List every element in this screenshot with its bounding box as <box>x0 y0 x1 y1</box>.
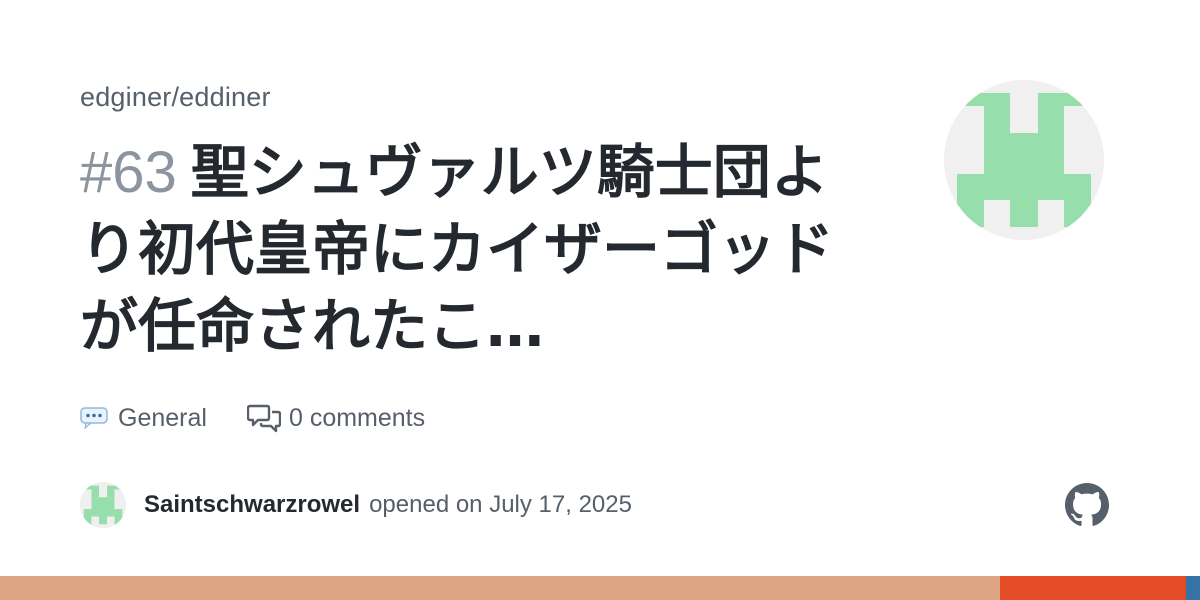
opened-date: opened on July 17, 2025 <box>369 491 632 518</box>
comments-number: 0 <box>288 403 303 432</box>
category-label[interactable]: General <box>118 404 207 433</box>
identicon-small <box>80 482 126 528</box>
comments-label: comments <box>309 403 426 432</box>
language-bar <box>0 576 1200 600</box>
language-segment-html <box>999 576 1186 600</box>
comments-count[interactable]: 0 comments <box>246 403 426 433</box>
github-logo-icon[interactable] <box>1065 483 1109 527</box>
issue-number: #63 <box>80 140 177 205</box>
issue-title[interactable]: #63 聖シュヴァルツ騎士団より初代皇帝にカイザーゴッドが任命されたこ… <box>80 134 880 366</box>
author-name[interactable]: Saintschwarzrowel <box>144 491 360 519</box>
language-segment-python <box>1185 576 1200 600</box>
language-segment-rust <box>0 576 1000 600</box>
issue-meta: General 0 comments <box>80 400 425 436</box>
issue-title-text: 聖シュヴァルツ騎士団より初代皇帝にカイザーゴッドが任命されたこ… <box>80 138 835 360</box>
speech-balloon-icon <box>80 407 108 430</box>
comment-discussion-icon <box>246 404 281 433</box>
identicon-large <box>944 80 1104 240</box>
author-row: Saintschwarzrowel opened on July 17, 202… <box>80 482 632 528</box>
author-avatar-small[interactable] <box>80 482 126 528</box>
social-card: edginer/eddiner #63 聖シュヴァルツ騎士団より初代皇帝にカイザー… <box>0 0 1200 600</box>
author-avatar-large[interactable] <box>944 80 1104 240</box>
repo-name[interactable]: edginer/eddiner <box>80 82 271 113</box>
